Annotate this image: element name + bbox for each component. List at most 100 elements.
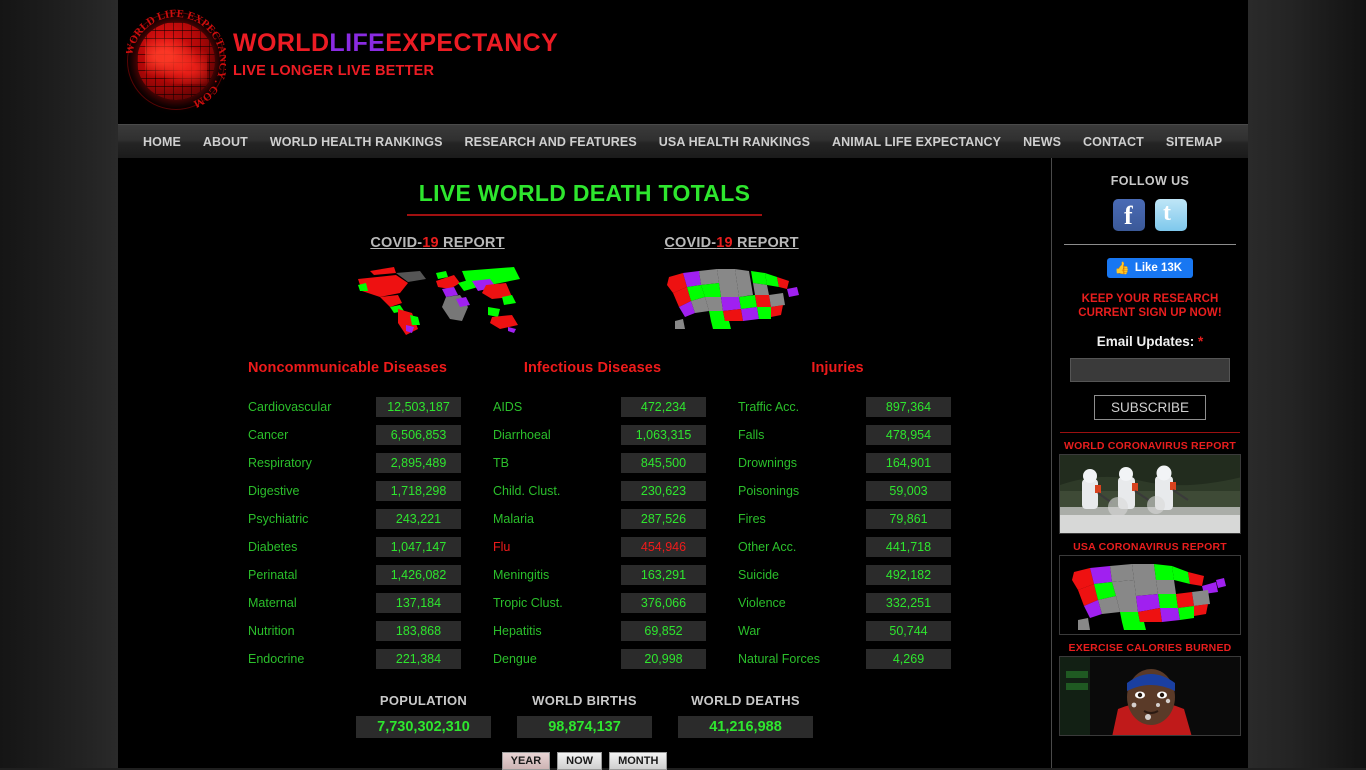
row-label: Malaria [493,512,534,526]
card-title: EXERCISE CALORIES BURNED [1068,642,1232,654]
period-button-year[interactable]: YEAR [501,752,551,770]
table-row[interactable]: Traffic Acc. 897,364 [724,397,951,417]
column-infectious-diseases: Infectious Diseases AIDS 472,234 Diarrhoe… [479,360,706,677]
covid-world-report-link[interactable]: COVID-19 REPORT [370,235,504,251]
signup-callout-line1: KEEP YOUR RESEARCH [1081,293,1219,305]
nav-item-about[interactable]: ABOUT [192,135,259,149]
subscribe-button[interactable]: SUBSCRIBE [1093,395,1207,420]
nav-item-sitemap[interactable]: SITEMAP [1155,135,1233,149]
row-label: Cardiovascular [248,400,332,414]
period-button-month[interactable]: MONTH [609,752,668,770]
row-value: 59,003 [866,481,951,501]
table-row[interactable]: Diabetes 1,047,147 [234,537,461,557]
table-row[interactable]: Tropic Clust. 376,066 [479,593,706,613]
nav-item-world-health-rankings[interactable]: WORLD HEALTH RANKINGS [259,135,454,149]
table-row[interactable]: Suicide 492,182 [724,565,951,585]
total-value: 7,730,302,310 [356,716,491,738]
site-header: WORLD LIFE EXPECTANCY . COM WORLDLIFEEXP… [118,0,1248,124]
covid-usa-report-link[interactable]: COVID-19 REPORT [664,235,798,251]
column-heading: Infectious Diseases [523,360,662,376]
column-injuries: Injuries Traffic Acc. 897,364 Falls 478,95… [724,360,951,677]
total-value: 98,874,137 [517,716,652,738]
covid-report-row: COVID-19 REPORT COVID-19 REPORT [118,234,1051,340]
row-label: Hepatitis [493,624,542,638]
table-row[interactable]: Perinatal 1,426,082 [234,565,461,585]
facebook-icon[interactable]: f [1113,199,1145,231]
table-row[interactable]: Psychiatric 243,221 [234,509,461,529]
row-value: 287,526 [621,509,706,529]
table-row-highlighted[interactable]: Flu 454,946 [479,537,706,557]
table-row[interactable]: Diarrhoeal 1,063,315 [479,425,706,445]
card-usa-coronavirus-report[interactable]: USA CORONAVIRUS REPORT [1052,541,1248,635]
card-image-disinfection-crew[interactable] [1059,454,1241,534]
table-row[interactable]: Drownings 164,901 [724,453,951,473]
table-row[interactable]: Meningitis 163,291 [479,565,706,585]
site-logo[interactable]: WORLD LIFE EXPECTANCY . COM [123,8,229,113]
table-row[interactable]: Poisonings 59,003 [724,481,951,501]
table-row[interactable]: Maternal 137,184 [234,593,461,613]
table-row[interactable]: Cardiovascular 12,503,187 [234,397,461,417]
card-image-usa-map[interactable] [1059,555,1241,635]
signup-callout: KEEP YOUR RESEARCH CURRENT SIGN UP NOW! [1052,292,1248,320]
table-row[interactable]: War 50,744 [724,621,951,641]
table-row[interactable]: Other Acc. 441,718 [724,537,951,557]
nav-item-news[interactable]: NEWS [1012,135,1072,149]
row-value: 2,895,489 [376,453,461,473]
covid-usa-highlight: 19 [716,235,733,251]
usa-map-thumbnail[interactable] [617,262,847,340]
table-row[interactable]: Child. Clust. 230,623 [479,481,706,501]
row-label: Diarrhoeal [493,428,551,442]
period-button-now[interactable]: NOW [557,752,603,770]
total-label: POPULATION [379,693,468,708]
row-label: Dengue [493,652,537,666]
table-row[interactable]: Endocrine 221,384 [234,649,461,669]
follow-us-heading: FOLLOW US [1110,174,1190,188]
card-exercise-calories-burned[interactable]: EXERCISE CALORIES BURNED [1052,642,1248,736]
row-value: 1,047,147 [376,537,461,557]
row-value: 454,946 [621,537,706,557]
nav-item-animal-life-expectancy[interactable]: ANIMAL LIFE EXPECTANCY [821,135,1012,149]
row-label: Natural Forces [738,652,820,666]
required-asterisk: * [1198,334,1204,349]
row-value: 897,364 [866,397,951,417]
nav-item-usa-health-rankings[interactable]: USA HEALTH RANKINGS [648,135,821,149]
nav-item-contact[interactable]: CONTACT [1072,135,1155,149]
table-row[interactable]: Malaria 287,526 [479,509,706,529]
row-value: 472,234 [621,397,706,417]
subscribe-wrap: SUBSCRIBE [1052,395,1248,420]
world-map-thumbnail[interactable] [323,262,553,340]
nav-item-home[interactable]: HOME [132,135,192,149]
table-row[interactable]: Fires 79,861 [724,509,951,529]
table-row[interactable]: Nutrition 183,868 [234,621,461,641]
table-row[interactable]: TB 845,500 [479,453,706,473]
table-row[interactable]: Dengue 20,998 [479,649,706,669]
table-row[interactable]: Respiratory 2,895,489 [234,453,461,473]
table-row[interactable]: Natural Forces 4,269 [724,649,951,669]
row-value: 1,426,082 [376,565,461,585]
covid-usa-block: COVID-19 REPORT [617,234,847,340]
table-row[interactable]: Violence 332,251 [724,593,951,613]
row-value: 50,744 [866,621,951,641]
row-label: Perinatal [248,568,298,582]
row-value: 441,718 [866,537,951,557]
twitter-icon[interactable]: t [1155,199,1187,231]
death-totals-columns: Noncommunicable Diseases Cardiovascular 1… [118,360,1051,677]
email-input[interactable] [1070,358,1230,382]
row-label: Diabetes [248,540,298,554]
table-row[interactable]: Cancer 6,506,853 [234,425,461,445]
row-label: Nutrition [248,624,295,638]
row-value: 20,998 [621,649,706,669]
table-row[interactable]: AIDS 472,234 [479,397,706,417]
table-row[interactable]: Digestive 1,718,298 [234,481,461,501]
page-body: LIVE WORLD DEATH TOTALS COVID-19 REPORT [118,158,1248,770]
svg-text:WORLD LIFE EXPECTANCY . COM: WORLD LIFE EXPECTANCY . COM [126,8,226,110]
nav-item-research-and-features[interactable]: RESEARCH AND FEATURES [454,135,648,149]
card-world-coronavirus-report[interactable]: WORLD CORONAVIRUS REPORT [1052,440,1248,534]
brand-tagline: LIVE LONGER LIVE BETTER [233,63,435,79]
facebook-like-button[interactable]: 👍 Like 13K [1106,258,1194,278]
world-totals: POPULATION 7,730,302,310 WORLD BIRTHS 98… [118,693,1051,738]
card-title: USA CORONAVIRUS REPORT [1073,541,1227,553]
table-row[interactable]: Falls 478,954 [724,425,951,445]
card-image-athlete[interactable] [1059,656,1241,736]
table-row[interactable]: Hepatitis 69,852 [479,621,706,641]
